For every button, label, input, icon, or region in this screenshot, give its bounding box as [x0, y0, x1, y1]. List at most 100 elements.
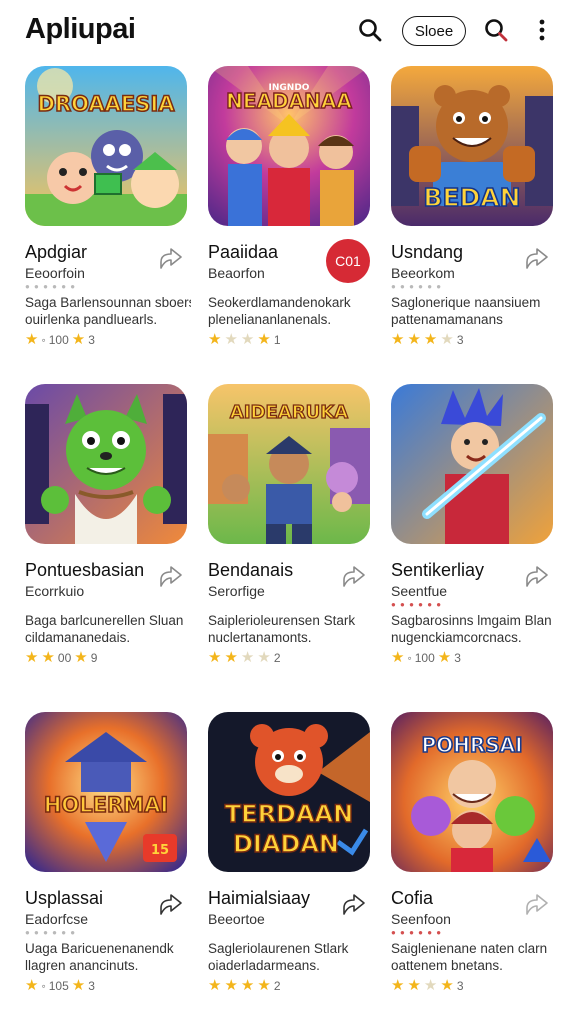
share-icon[interactable]	[523, 890, 551, 918]
app-thumbnail[interactable]	[25, 384, 187, 544]
search-icon-secondary[interactable]	[480, 14, 512, 46]
app-rating: ★ ★ ★ ★ 2	[208, 977, 281, 994]
app-thumbnail[interactable]: TERDAAN DIADAN	[208, 712, 370, 872]
app-thumbnail[interactable]: POHRSAI	[391, 712, 553, 872]
app-card[interactable]: Sentikerliay Seentfue ● ● ● ● ● ● Sagbar…	[391, 384, 561, 684]
app-name: Sentikerliay	[391, 560, 485, 580]
app-rating: ★ ◦ 100 ★ 3	[25, 331, 95, 348]
share-icon[interactable]	[340, 562, 368, 590]
app-description: Saglonerique naansiuem pattenamamanans	[391, 295, 541, 327]
app-description: Saiplerioleurensen Stark nuclertanamonts.	[208, 613, 356, 645]
star-icon: ★	[257, 331, 271, 348]
star-icon: ★	[423, 977, 438, 994]
app-thumbnail[interactable]: INGNDO NEADANAA	[208, 66, 370, 226]
thumbnail-title-line2: DIADAN	[233, 830, 339, 858]
thumbnail-tag: 15	[151, 843, 169, 858]
app-developer: Beaorfon	[208, 265, 265, 281]
app-card[interactable]: TERDAAN DIADAN Haimialsiaay Beeortoe Sag…	[208, 712, 378, 1012]
app-thumbnail[interactable]: 15 HOLERMAI	[25, 712, 187, 872]
app-description: Seokerdlamandenokark pleneliananlanenals.	[208, 295, 351, 327]
app-developer: Serorfige	[208, 583, 265, 599]
star-icon: ★	[391, 649, 405, 666]
app-description: Uaga Baricuenenanendk llagren anancinuts.	[25, 941, 174, 973]
dot-separator: ● ● ● ● ● ●	[391, 600, 443, 609]
app-card[interactable]: POHRSAI Cofia Seenfoon ● ● ● ● ● ● Saigl…	[391, 712, 561, 1012]
app-card[interactable]: INGNDO NEADANAA Paaiidaa Beaorfon Seoker…	[208, 66, 378, 366]
app-name: Usplassai	[25, 888, 104, 908]
star-icon: ★	[74, 649, 88, 666]
app-developer: Eeoorfoin	[25, 265, 85, 281]
app-rating: ★ ★ ★ ★ 2	[208, 649, 281, 666]
star-icon: ★	[224, 331, 238, 348]
app-description: Baga barlcunerellen Sluan cildamananedais…	[25, 613, 184, 645]
app-description: Sagbarosinns lmgaim Blan nugenckiamcorcna…	[391, 613, 552, 645]
star-icon: ★	[25, 649, 39, 666]
app-name: Haimialsiaay	[208, 888, 311, 908]
star-icon: ★	[71, 977, 86, 994]
app-name: Cofia	[391, 888, 434, 908]
app-card[interactable]: DROAAESIA Apdgiar Eeoorfoin ● ● ● ● ● ● …	[25, 66, 195, 366]
app-thumbnail[interactable]: BEDAN	[391, 66, 553, 226]
dot-separator: ● ● ● ● ● ●	[25, 282, 77, 291]
app-name: Apdgiar	[25, 242, 88, 262]
star-icon: ★	[240, 649, 255, 666]
share-icon[interactable]	[523, 244, 551, 272]
star-icon: ★	[25, 331, 39, 348]
more-options-icon[interactable]	[526, 14, 558, 46]
app-name: Pontuesbasian	[25, 560, 145, 580]
star-icon: ★	[224, 649, 238, 666]
star-icon: ★	[208, 977, 222, 994]
star-icon: ★	[208, 331, 222, 348]
app-rating: ★ ★ ★ ★ 3	[391, 331, 464, 348]
share-icon[interactable]	[157, 244, 185, 272]
app-rating: ★ ★ ★ ★ 1	[208, 331, 281, 348]
sort-button[interactable]: Sloee	[402, 16, 466, 46]
app-rating: ★ ★ 00 ★ 9	[25, 649, 98, 666]
app-name: Usndang	[391, 242, 464, 262]
thumbnail-title-line1: TERDAAN	[225, 800, 353, 828]
star-icon: ★	[71, 331, 86, 348]
star-icon: ★	[440, 977, 454, 994]
star-icon: ★	[407, 331, 421, 348]
app-thumbnail[interactable]	[391, 384, 553, 544]
thumbnail-title: NEADANAA	[226, 89, 352, 113]
star-icon: ★	[440, 331, 454, 348]
share-icon[interactable]	[157, 890, 185, 918]
thumbnail-title: DROAAESIA	[38, 92, 176, 116]
share-icon[interactable]	[157, 562, 185, 590]
star-icon: ★	[407, 977, 421, 994]
app-card[interactable]: AIDEARUKA Bendanais Serorfige Saipleriol…	[208, 384, 378, 684]
star-icon: ★	[240, 977, 255, 994]
star-icon: ★	[391, 331, 405, 348]
app-description: Saga Barlensounnan sboers ouirlenka pandl…	[25, 295, 191, 327]
star-icon: ★	[257, 977, 271, 994]
star-icon: ★	[208, 649, 222, 666]
app-rating: ★ ◦ 100 ★ 3	[391, 649, 461, 666]
app-description: Sagleriolaurenen Stlark oiaderladarmeans.	[208, 941, 349, 973]
app-developer: Eadorfcse	[25, 911, 89, 927]
share-icon[interactable]	[340, 890, 368, 918]
app-developer: Seentfue	[391, 583, 448, 599]
star-icon: ★	[41, 649, 55, 666]
star-icon: ★	[224, 977, 238, 994]
star-icon: ★	[423, 331, 438, 348]
thumbnail-title: HOLERMAI	[44, 793, 168, 817]
star-icon: ★	[257, 649, 271, 666]
update-badge[interactable]: C01	[326, 239, 370, 283]
app-card[interactable]: BEDAN Usndang Beeorkom ● ● ● ● ● ● Saglo…	[391, 66, 561, 366]
star-icon: ★	[391, 977, 405, 994]
app-thumbnail[interactable]: AIDEARUKA	[208, 384, 370, 544]
app-card[interactable]: Pontuesbasian Ecorrkuio Baga barlcunerel…	[25, 384, 195, 684]
app-thumbnail[interactable]: DROAAESIA	[25, 66, 187, 226]
thumbnail-title: BEDAN	[423, 183, 520, 212]
app-rating: ★ ★ ★ ★ 3	[391, 977, 464, 994]
thumbnail-title: AIDEARUKA	[230, 402, 348, 423]
dot-separator: ● ● ● ● ● ●	[391, 928, 443, 937]
star-icon: ★	[240, 331, 255, 348]
share-icon[interactable]	[523, 562, 551, 590]
app-developer: Seenfoon	[391, 911, 451, 927]
app-card[interactable]: 15 HOLERMAI Usplassai Eadorfcse ● ● ● ● …	[25, 712, 195, 1012]
search-icon[interactable]	[354, 14, 386, 46]
app-developer: Beeorkom	[391, 265, 455, 281]
app-description: Saiglenienane naten clarn oattenem bnetan…	[391, 941, 548, 973]
